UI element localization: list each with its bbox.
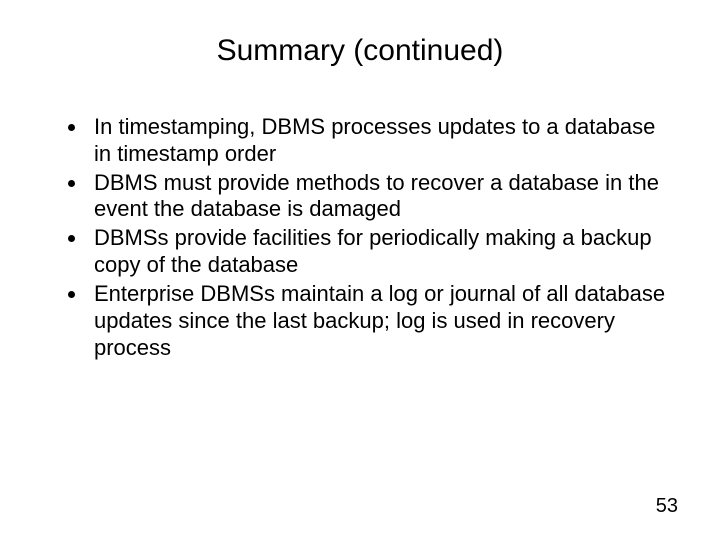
list-item: In timestamping, DBMS processes updates … bbox=[88, 114, 672, 168]
slide: Summary (continued) In timestamping, DBM… bbox=[0, 0, 720, 540]
slide-title: Summary (continued) bbox=[48, 34, 672, 68]
bullet-list: In timestamping, DBMS processes updates … bbox=[48, 114, 672, 361]
list-item: Enterprise DBMSs maintain a log or journ… bbox=[88, 281, 672, 361]
list-item: DBMSs provide facilities for periodicall… bbox=[88, 225, 672, 279]
list-item: DBMS must provide methods to recover a d… bbox=[88, 170, 672, 224]
page-number: 53 bbox=[656, 495, 678, 518]
